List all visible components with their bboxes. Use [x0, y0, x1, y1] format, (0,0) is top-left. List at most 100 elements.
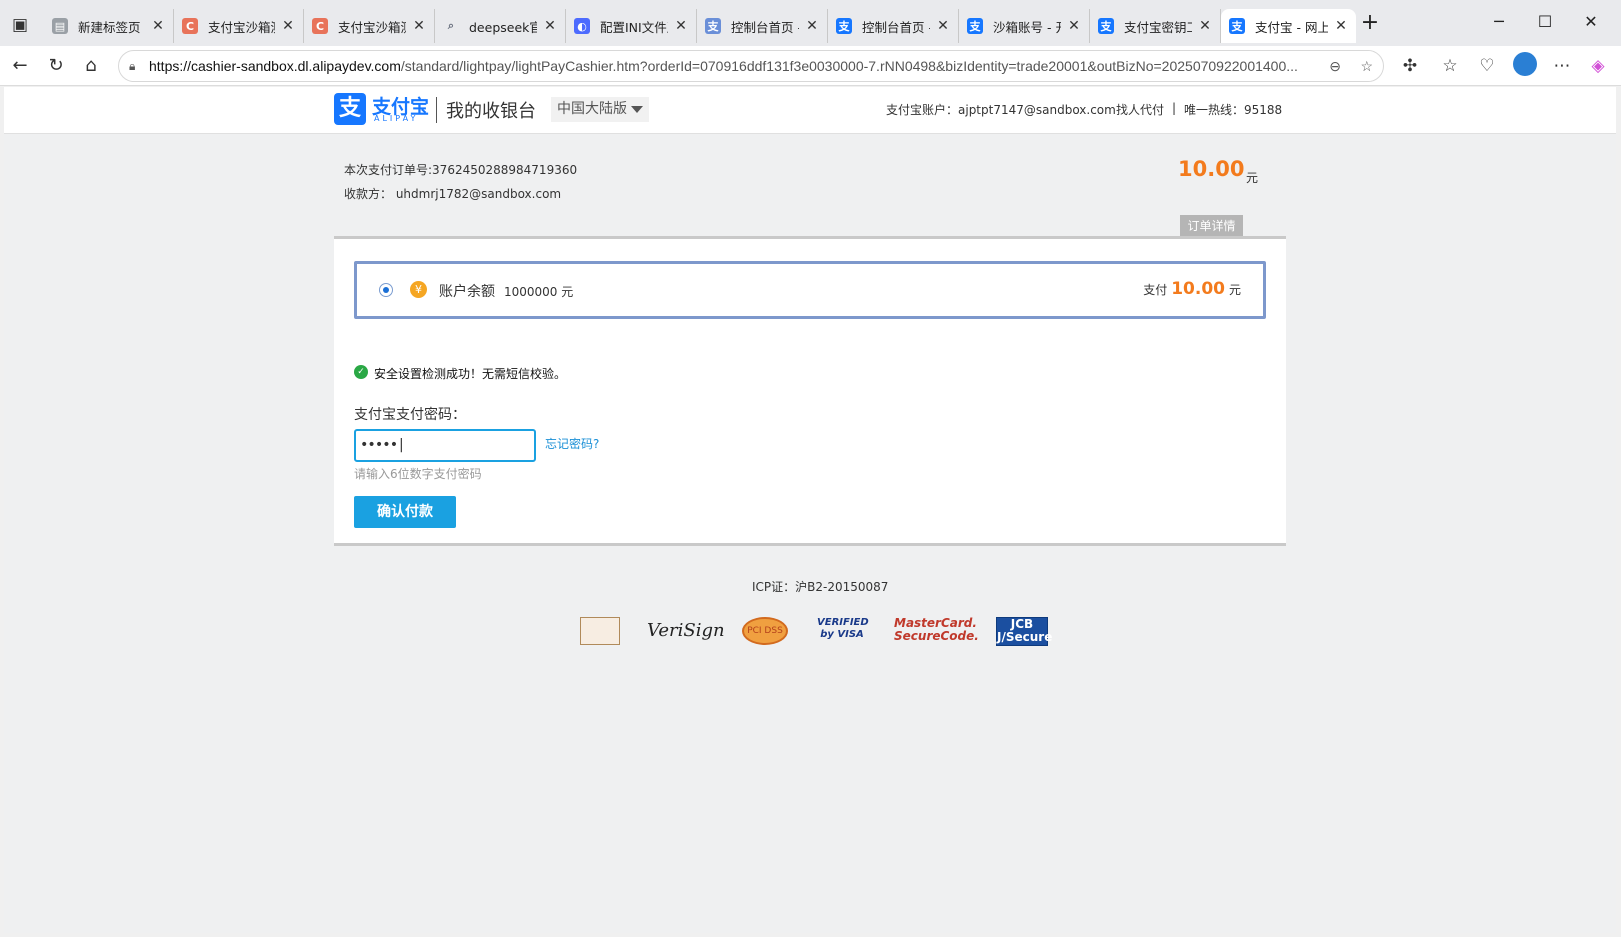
alipay-icon: 支 — [1229, 18, 1245, 34]
close-icon[interactable]: ✕ — [674, 18, 688, 34]
more-menu-icon[interactable]: ⋯ — [1550, 54, 1574, 78]
c-icon: C — [182, 18, 198, 34]
copilot-icon[interactable]: ◈ — [1586, 54, 1610, 78]
order-number: 本次支付订单号:3762450288984719360 — [344, 163, 578, 177]
alipay-icon: 支 — [1098, 18, 1114, 34]
region-dropdown[interactable]: 中国大陆版 — [551, 97, 649, 122]
close-icon[interactable]: ✕ — [805, 18, 819, 34]
balance-radio[interactable] — [379, 283, 393, 297]
refresh-button[interactable]: ↻ — [44, 54, 68, 78]
region-label: 中国大陆版 — [557, 101, 627, 117]
logo-divider — [436, 97, 437, 123]
cashier-header: 支 支付宝 ALIPAY 我的收银台 中国大陆版 支付宝账户：ajptpt714… — [4, 87, 1616, 134]
maximize-button[interactable]: ☐ — [1522, 12, 1568, 31]
url-host: https://cashier-sandbox.dl.alipaydev.com — [149, 58, 401, 74]
amount-unit: 元 — [1246, 171, 1259, 185]
favorite-star-icon[interactable]: ☆ — [1360, 51, 1373, 81]
password-label: 支付宝支付密码： — [354, 407, 466, 423]
home-button[interactable]: ⌂ — [79, 54, 103, 78]
page-title: 我的收银台 — [446, 101, 536, 122]
pci-dss-badge-icon[interactable]: PCI DSS — [742, 617, 788, 645]
favorites-icon[interactable]: ☆ — [1438, 54, 1462, 78]
password-hint: 请输入6位数字支付密码 — [354, 467, 482, 481]
alipay-logo-icon[interactable]: 支 — [334, 93, 366, 125]
browser-essentials-icon[interactable]: ♡ — [1475, 54, 1499, 78]
new-tab-icon: ▤ — [52, 18, 68, 34]
method-label: 账户余额 — [439, 284, 495, 300]
yuan-coin-icon: ¥ — [410, 281, 427, 298]
order-amount: 10.00 — [1178, 157, 1245, 181]
tab-title: 支付宝沙箱测试 — [208, 19, 275, 35]
method-pay-amount: 支付 10.00 元 — [1143, 279, 1241, 299]
alipay-icon: 支 — [705, 18, 721, 34]
pay-unit: 元 — [1228, 283, 1241, 297]
close-icon[interactable]: ✕ — [543, 18, 557, 34]
tab-actions-icon[interactable]: ▣ — [8, 13, 32, 37]
profile-avatar[interactable] — [1513, 52, 1537, 76]
back-button[interactable]: ← — [8, 54, 32, 78]
close-icon[interactable]: ✕ — [936, 18, 950, 34]
tab-sandbox-account[interactable]: 支 沙箱账号 - 开放 ✕ — [959, 9, 1090, 43]
alipay-icon: 支 — [967, 18, 983, 34]
pay-amount: 10.00 — [1171, 279, 1225, 299]
tab-title: deepseek官网 — [469, 19, 537, 35]
proxy-pay-link[interactable]: 找人代付 — [1116, 101, 1164, 118]
c-icon: C — [312, 18, 328, 34]
new-tab-button[interactable]: + — [1347, 10, 1393, 35]
tab-title: 支付宝密钥工具 — [1124, 19, 1192, 35]
tab-console-2[interactable]: 支 控制台首页 - 支 ✕ — [828, 9, 959, 43]
mastercard-securecode-badge[interactable]: MasterCard. SecureCode. — [894, 617, 979, 645]
tab-key-tool[interactable]: 支 支付宝密钥工具 ✕ — [1090, 9, 1221, 43]
payment-password-input[interactable]: •••••| — [354, 429, 536, 462]
tab-sandbox-test-1[interactable]: C 支付宝沙箱测试 ✕ — [174, 9, 304, 43]
tab-new-tab[interactable]: ▤ 新建标签页 ✕ — [44, 9, 174, 43]
certificate-badge-icon[interactable] — [580, 617, 620, 645]
tab-deepseek[interactable]: ⌕ deepseek官网 ✕ — [435, 9, 566, 43]
chevron-down-icon — [631, 105, 643, 113]
browser-tab-strip: ▣ ▤ 新建标签页 ✕ C 支付宝沙箱测试 ✕ C 支付宝沙箱测试 ✕ ⌕ de… — [0, 0, 1621, 46]
logo-subtext: ALIPAY — [374, 114, 419, 123]
alipay-icon: 支 — [836, 18, 852, 34]
close-window-button[interactable]: ✕ — [1568, 12, 1614, 31]
order-detail-tab[interactable]: 订单详情 — [1180, 215, 1243, 237]
cashier-page: 支 支付宝 ALIPAY 我的收银台 中国大陆版 支付宝账户：ajptpt714… — [4, 87, 1616, 933]
account-label: 支付宝账户：ajptpt7147@sandbox.com — [886, 103, 1116, 117]
tab-sandbox-test-2[interactable]: C 支付宝沙箱测试 ✕ — [304, 9, 435, 43]
url-field[interactable]: 🔒︎ https://cashier-sandbox.dl.alipaydev.… — [118, 50, 1384, 82]
payee: 收款方： uhdmrj1782@sandbox.com — [344, 187, 562, 201]
reader-mode-icon[interactable]: ⊖ — [1323, 51, 1341, 81]
close-icon[interactable]: ✕ — [1334, 18, 1348, 34]
minimize-button[interactable]: ─ — [1476, 12, 1522, 31]
tab-ini-config[interactable]: ◐ 配置INI文件及 ✕ — [566, 9, 697, 43]
payment-method-balance[interactable]: ¥ 账户余额 1000000 元 支付 10.00 元 — [354, 261, 1266, 319]
url-path: /standard/lightpay/lightPayCashier.htm?o… — [400, 58, 1298, 74]
tab-title: 沙箱账号 - 开放 — [993, 19, 1061, 35]
payment-card: ¥ 账户余额 1000000 元 支付 10.00 元 ✓ 安全设置检测成功！无需短… — [334, 236, 1286, 546]
deepseek-icon: ◐ — [574, 18, 590, 34]
check-circle-icon: ✓ — [354, 365, 368, 379]
close-icon[interactable]: ✕ — [412, 18, 426, 34]
hotline-label: 唯一热线：95188 — [1184, 103, 1283, 117]
tab-title: 控制台首页 - 支 — [862, 19, 930, 35]
pay-prefix: 支付 — [1143, 283, 1168, 297]
extensions-icon[interactable]: ✣ — [1398, 54, 1422, 78]
hotline-divider: | — [1172, 101, 1177, 115]
tab-title: 配置INI文件及 — [600, 19, 668, 35]
tab-title: 支付宝沙箱测试 — [338, 19, 406, 35]
jcb-secure-badge[interactable]: JCB J/Secure — [996, 617, 1052, 646]
close-icon[interactable]: ✕ — [281, 18, 295, 34]
close-icon[interactable]: ✕ — [1067, 18, 1081, 34]
tab-console-1[interactable]: 支 控制台首页 - 支 ✕ — [697, 9, 828, 43]
icp-license: ICP证：沪B2-20150087 — [752, 580, 889, 594]
close-icon[interactable]: ✕ — [151, 18, 165, 34]
search-icon: ⌕ — [447, 19, 455, 32]
verisign-badge[interactable]: VeriSign — [647, 617, 725, 645]
confirm-payment-button[interactable]: 确认付款 — [354, 496, 456, 528]
verified-by-visa-badge[interactable]: VERIFIED by VISA — [817, 617, 869, 645]
tab-title: 控制台首页 - 支 — [731, 19, 799, 35]
tab-alipay-active[interactable]: 支 支付宝 - 网上 ✕ — [1221, 9, 1356, 43]
forgot-password-link[interactable]: 忘记密码? — [545, 435, 599, 452]
lock-icon[interactable]: 🔒︎ — [129, 51, 135, 81]
close-icon[interactable]: ✕ — [1198, 18, 1212, 34]
address-bar-row: ← ↻ ⌂ 🔒︎ https://cashier-sandbox.dl.alip… — [0, 46, 1621, 86]
